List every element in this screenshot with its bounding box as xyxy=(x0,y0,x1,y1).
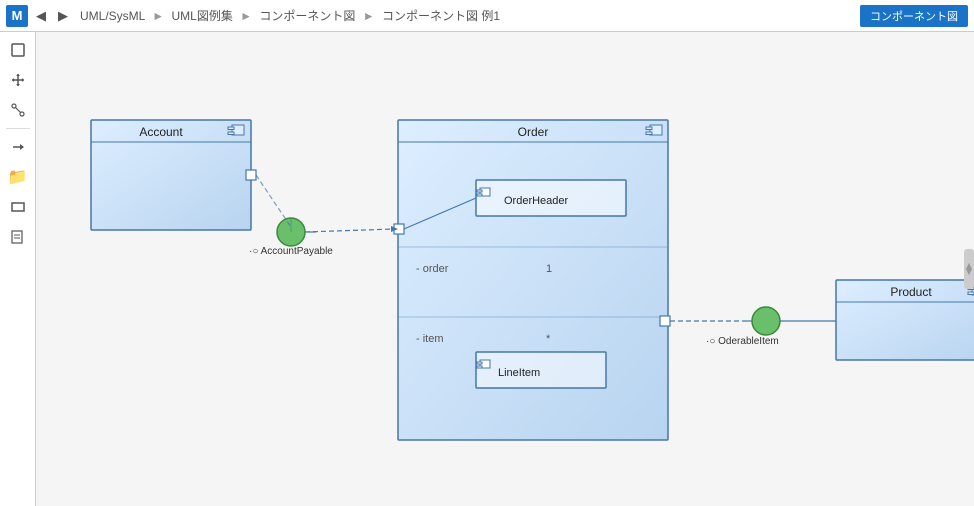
svg-text:·○ AccountPayable: ·○ AccountPayable xyxy=(249,246,333,257)
breadcrumb-item-4[interactable]: コンポーネント図 例1 xyxy=(382,9,500,23)
rect-tool[interactable] xyxy=(4,193,32,221)
breadcrumb-item-3[interactable]: コンポーネント図 xyxy=(259,9,355,23)
move-tool[interactable] xyxy=(4,66,32,94)
diagram-type-label: コンポーネント図 xyxy=(860,5,968,27)
svg-text:1: 1 xyxy=(546,263,552,275)
note-tool[interactable] xyxy=(4,223,32,251)
toolbar-separator-1 xyxy=(6,128,30,129)
connect-tool[interactable] xyxy=(4,96,32,124)
app-logo: M xyxy=(6,5,28,27)
main-area: 📁 xyxy=(0,32,974,506)
svg-text:Account: Account xyxy=(139,125,183,139)
diagram-canvas[interactable]: Account Order Product xyxy=(36,32,974,506)
scroll-handle-right[interactable] xyxy=(964,249,974,289)
svg-text:*: * xyxy=(546,333,551,345)
svg-text:LineItem: LineItem xyxy=(498,367,540,379)
assoc-tool[interactable] xyxy=(4,133,32,161)
folder-tool[interactable]: 📁 xyxy=(4,163,32,191)
forward-button[interactable]: ▶ xyxy=(54,6,72,26)
left-toolbar: 📁 xyxy=(0,32,36,506)
svg-text:- order: - order xyxy=(416,263,449,275)
topbar: M ◀ ▶ UML/SysML ► UML図例集 ► コンポーネント図 ► コン… xyxy=(0,0,974,32)
svg-text:Order: Order xyxy=(518,125,549,139)
svg-text:OrderHeader: OrderHeader xyxy=(504,195,569,207)
svg-text:·○ OderableItem: ·○ OderableItem xyxy=(706,336,779,347)
svg-text:Product: Product xyxy=(890,285,932,299)
breadcrumb: UML/SysML ► UML図例集 ► コンポーネント図 ► コンポーネント図… xyxy=(80,7,856,24)
select-tool[interactable] xyxy=(4,36,32,64)
breadcrumb-item-1[interactable]: UML/SysML xyxy=(80,9,145,23)
svg-text:- item: - item xyxy=(416,333,444,345)
back-button[interactable]: ◀ xyxy=(32,6,50,26)
breadcrumb-item-2[interactable]: UML図例集 xyxy=(171,9,232,23)
